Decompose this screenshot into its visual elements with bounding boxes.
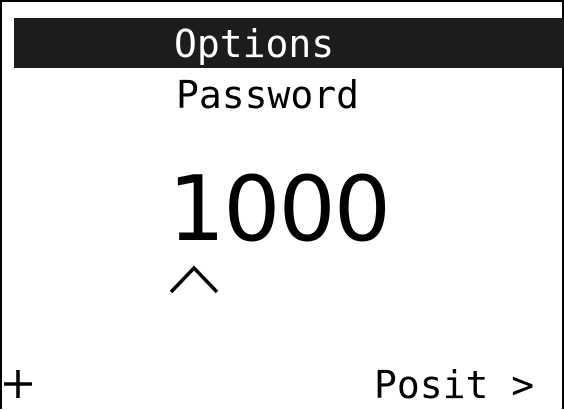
password-value: 1000 <box>168 157 391 262</box>
caret-up-icon <box>169 265 219 294</box>
menu-title: Options <box>174 22 335 66</box>
lcd-screen: Options Password 1000 Posit > <box>0 0 564 409</box>
setting-label: Password <box>176 73 360 117</box>
plus-icon[interactable] <box>2 362 38 406</box>
position-softkey[interactable]: Posit > <box>374 360 534 410</box>
